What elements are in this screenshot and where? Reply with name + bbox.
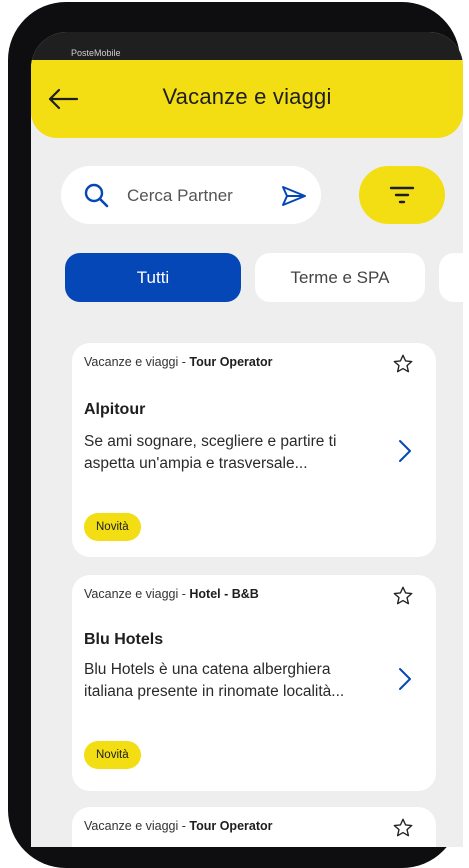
carrier-name: PosteMobile bbox=[71, 48, 121, 58]
card-category: Vacanze e viaggi - Tour Operator bbox=[84, 355, 273, 369]
partner-card[interactable]: Vacanze e viaggi - Hotel - B&B Blu Hotel… bbox=[72, 575, 436, 791]
card-category: Vacanze e viaggi - Tour Operator bbox=[84, 819, 273, 833]
card-category: Vacanze e viaggi - Hotel - B&B bbox=[84, 587, 259, 601]
chip-next-partial[interactable] bbox=[439, 253, 463, 302]
star-icon[interactable] bbox=[392, 817, 414, 839]
page-title: Vacanze e viaggi bbox=[162, 84, 332, 109]
app-header: Vacanze e viaggi bbox=[31, 60, 463, 138]
new-badge: Novità bbox=[84, 513, 141, 541]
star-icon[interactable] bbox=[392, 353, 414, 375]
search-input[interactable] bbox=[125, 181, 279, 211]
chip-tutti[interactable]: Tutti bbox=[65, 253, 241, 302]
filter-button[interactable] bbox=[359, 166, 445, 224]
search-bar[interactable] bbox=[61, 166, 321, 224]
chevron-right-icon[interactable] bbox=[398, 667, 412, 691]
chip-terme-spa[interactable]: Terme e SPA bbox=[255, 253, 425, 302]
star-icon[interactable] bbox=[392, 585, 414, 607]
send-icon[interactable] bbox=[281, 185, 307, 207]
partner-card[interactable]: Vacanze e viaggi - Tour Operator Alpitou… bbox=[72, 343, 436, 557]
card-description: Se ami sognare, scegliere e partire ti a… bbox=[84, 433, 337, 472]
chevron-right-icon[interactable] bbox=[398, 439, 412, 463]
partner-card[interactable]: Vacanze e viaggi - Tour Operator bbox=[72, 807, 436, 847]
new-badge: Novità bbox=[84, 741, 141, 769]
phone-frame: PosteMobile Vacanze e viaggi Tutti Term bbox=[8, 2, 463, 868]
card-title: Blu Hotels bbox=[84, 631, 164, 648]
filter-icon bbox=[389, 186, 415, 204]
card-description: Blu Hotels è una catena alberghiera ital… bbox=[84, 661, 345, 700]
search-icon bbox=[84, 183, 109, 208]
app-screen: PosteMobile Vacanze e viaggi Tutti Term bbox=[31, 32, 463, 847]
card-title: Alpitour bbox=[84, 401, 146, 418]
status-bar: PosteMobile bbox=[31, 32, 463, 60]
